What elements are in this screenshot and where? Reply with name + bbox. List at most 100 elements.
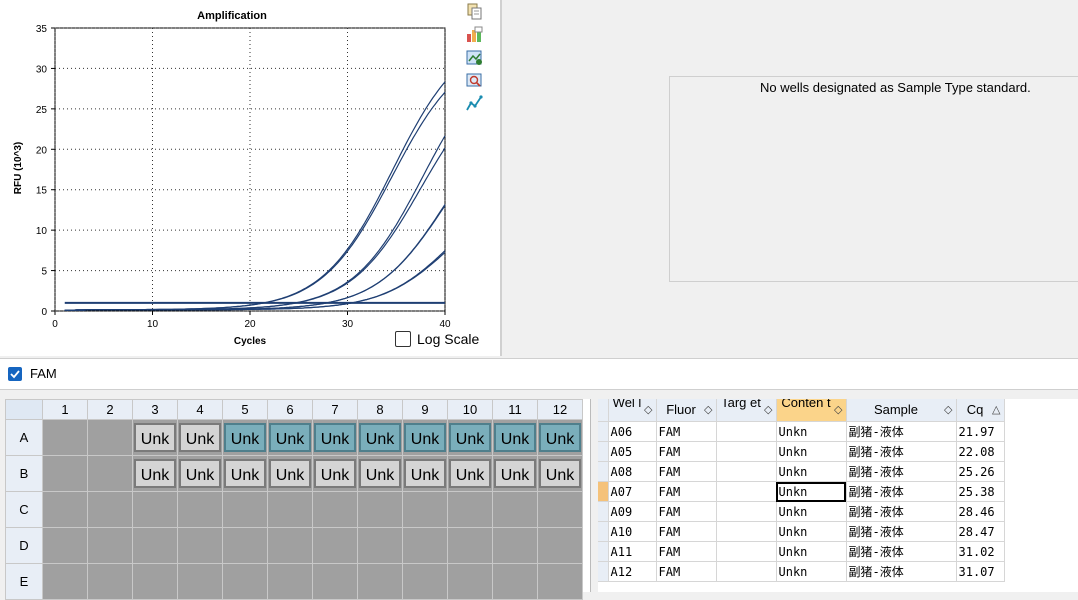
plate-column-header-7[interactable]: 7 [312, 399, 358, 420]
cell-content[interactable]: Unkn [776, 441, 847, 462]
save-image-icon[interactable] [466, 49, 483, 66]
plate-column-header-6[interactable]: 6 [267, 399, 313, 420]
plate-well-A2[interactable] [87, 419, 133, 456]
cell-cq[interactable]: 21.97 [956, 421, 1005, 442]
plate-well-A7[interactable]: Unk [312, 419, 358, 456]
plate-well-E7[interactable] [312, 563, 358, 600]
chart-style-icon[interactable] [466, 95, 483, 112]
cell-well[interactable]: A06 [608, 421, 657, 442]
plate-column-header-1[interactable]: 1 [42, 399, 88, 420]
cell-well[interactable]: A07 [608, 481, 657, 502]
cell-sample[interactable]: 副猪-液体 [846, 501, 957, 522]
plate-well-D3[interactable] [132, 527, 178, 564]
plate-well-E3[interactable] [132, 563, 178, 600]
cell-well[interactable]: A09 [608, 501, 657, 522]
plate-well-C11[interactable] [492, 491, 538, 528]
cell-target[interactable] [716, 521, 777, 542]
plate-well-B2[interactable] [87, 455, 133, 492]
plate-column-header-4[interactable]: 4 [177, 399, 223, 420]
cell-cq[interactable]: 31.02 [956, 541, 1005, 562]
row-selector[interactable] [598, 521, 609, 542]
plate-well-C9[interactable] [402, 491, 448, 528]
plate-column-header-8[interactable]: 8 [357, 399, 403, 420]
column-header-cq[interactable]: Cq △ [956, 399, 1005, 422]
table-corner[interactable] [598, 399, 609, 422]
row-selector[interactable] [598, 561, 609, 582]
cell-cq[interactable]: 28.47 [956, 521, 1005, 542]
cell-content[interactable]: Unkn [776, 561, 847, 582]
cell-cq[interactable]: 22.08 [956, 441, 1005, 462]
plate-row-header-A[interactable]: A [5, 419, 43, 456]
plate-well-B5[interactable]: Unk [222, 455, 268, 492]
plate-well-B3[interactable]: Unk [132, 455, 178, 492]
plate-well-E1[interactable] [42, 563, 88, 600]
plate-well-A11[interactable]: Unk [492, 419, 538, 456]
table-row[interactable]: A05 FAM Unkn 副猪-液体 22.08 [598, 441, 1005, 462]
cell-well[interactable]: A12 [608, 561, 657, 582]
fam-checkbox[interactable] [8, 367, 22, 381]
table-row[interactable]: A07 FAM Unkn 副猪-液体 25.38 [598, 481, 1005, 502]
cell-well[interactable]: A05 [608, 441, 657, 462]
cell-well[interactable]: A08 [608, 461, 657, 482]
plate-well-C4[interactable] [177, 491, 223, 528]
cell-fluor[interactable]: FAM [656, 521, 717, 542]
row-selector[interactable] [598, 421, 609, 442]
plate-well-A5[interactable]: Unk [222, 419, 268, 456]
cell-content[interactable]: Unkn [776, 541, 847, 562]
cell-target[interactable] [716, 421, 777, 442]
cell-fluor[interactable]: FAM [656, 541, 717, 562]
amplification-chart[interactable]: Amplification RFU (10^3) Cycles 0 10 20 30 4… [0, 0, 500, 356]
plate-well-D10[interactable] [447, 527, 493, 564]
plate-row-header-C[interactable]: C [5, 491, 43, 528]
cell-target[interactable] [716, 541, 777, 562]
row-selector[interactable] [598, 461, 609, 482]
plate-well-D11[interactable] [492, 527, 538, 564]
column-header-fluor[interactable]: Fluor ◇ [656, 399, 717, 422]
column-header-target[interactable]: Targ et ◇ [716, 399, 777, 422]
cell-well[interactable]: A11 [608, 541, 657, 562]
plate-well-D4[interactable] [177, 527, 223, 564]
cell-sample[interactable]: 副猪-液体 [846, 461, 957, 482]
cell-content[interactable]: Unkn [776, 421, 847, 442]
row-selector[interactable] [598, 501, 609, 522]
filter-icon[interactable]: ◇ [834, 403, 842, 416]
cell-sample[interactable]: 副猪-液体 [846, 441, 957, 462]
cell-fluor[interactable]: FAM [656, 501, 717, 522]
filter-icon[interactable]: ◇ [944, 403, 952, 416]
plate-well-B8[interactable]: Unk [357, 455, 403, 492]
plate-well-E8[interactable] [357, 563, 403, 600]
plate-column-header-3[interactable]: 3 [132, 399, 178, 420]
plate-well-C1[interactable] [42, 491, 88, 528]
plate-column-header-2[interactable]: 2 [87, 399, 133, 420]
plate-well-A12[interactable]: Unk [537, 419, 583, 456]
plate-well-E4[interactable] [177, 563, 223, 600]
plate-well-A9[interactable]: Unk [402, 419, 448, 456]
cell-cq[interactable]: 25.38 [956, 481, 1005, 502]
plate-corner[interactable] [5, 399, 43, 420]
plate-well-E2[interactable] [87, 563, 133, 600]
plate-well-D12[interactable] [537, 527, 583, 564]
filter-icon[interactable]: ◇ [644, 403, 652, 416]
plate-well-A6[interactable]: Unk [267, 419, 313, 456]
plate-column-header-12[interactable]: 12 [537, 399, 583, 420]
plate-row-header-E[interactable]: E [5, 563, 43, 600]
cell-well[interactable]: A10 [608, 521, 657, 542]
plate-column-header-5[interactable]: 5 [222, 399, 268, 420]
table-row[interactable]: A08 FAM Unkn 副猪-液体 25.26 [598, 461, 1005, 482]
filter-icon[interactable]: ◇ [764, 403, 772, 416]
plate-well-E11[interactable] [492, 563, 538, 600]
cell-content[interactable]: Unkn [776, 521, 847, 542]
cell-sample[interactable]: 副猪-液体 [846, 481, 957, 502]
plate-well-D6[interactable] [267, 527, 313, 564]
plate-well-E12[interactable] [537, 563, 583, 600]
cell-fluor[interactable]: FAM [656, 461, 717, 482]
plate-well-A4[interactable]: Unk [177, 419, 223, 456]
table-row[interactable]: A11 FAM Unkn 副猪-液体 31.02 [598, 541, 1005, 562]
cell-fluor[interactable]: FAM [656, 421, 717, 442]
plate-well-C6[interactable] [267, 491, 313, 528]
plate-well-B11[interactable]: Unk [492, 455, 538, 492]
plate-well-B9[interactable]: Unk [402, 455, 448, 492]
cell-fluor[interactable]: FAM [656, 481, 717, 502]
plate-well-C7[interactable] [312, 491, 358, 528]
cell-target[interactable] [716, 441, 777, 462]
